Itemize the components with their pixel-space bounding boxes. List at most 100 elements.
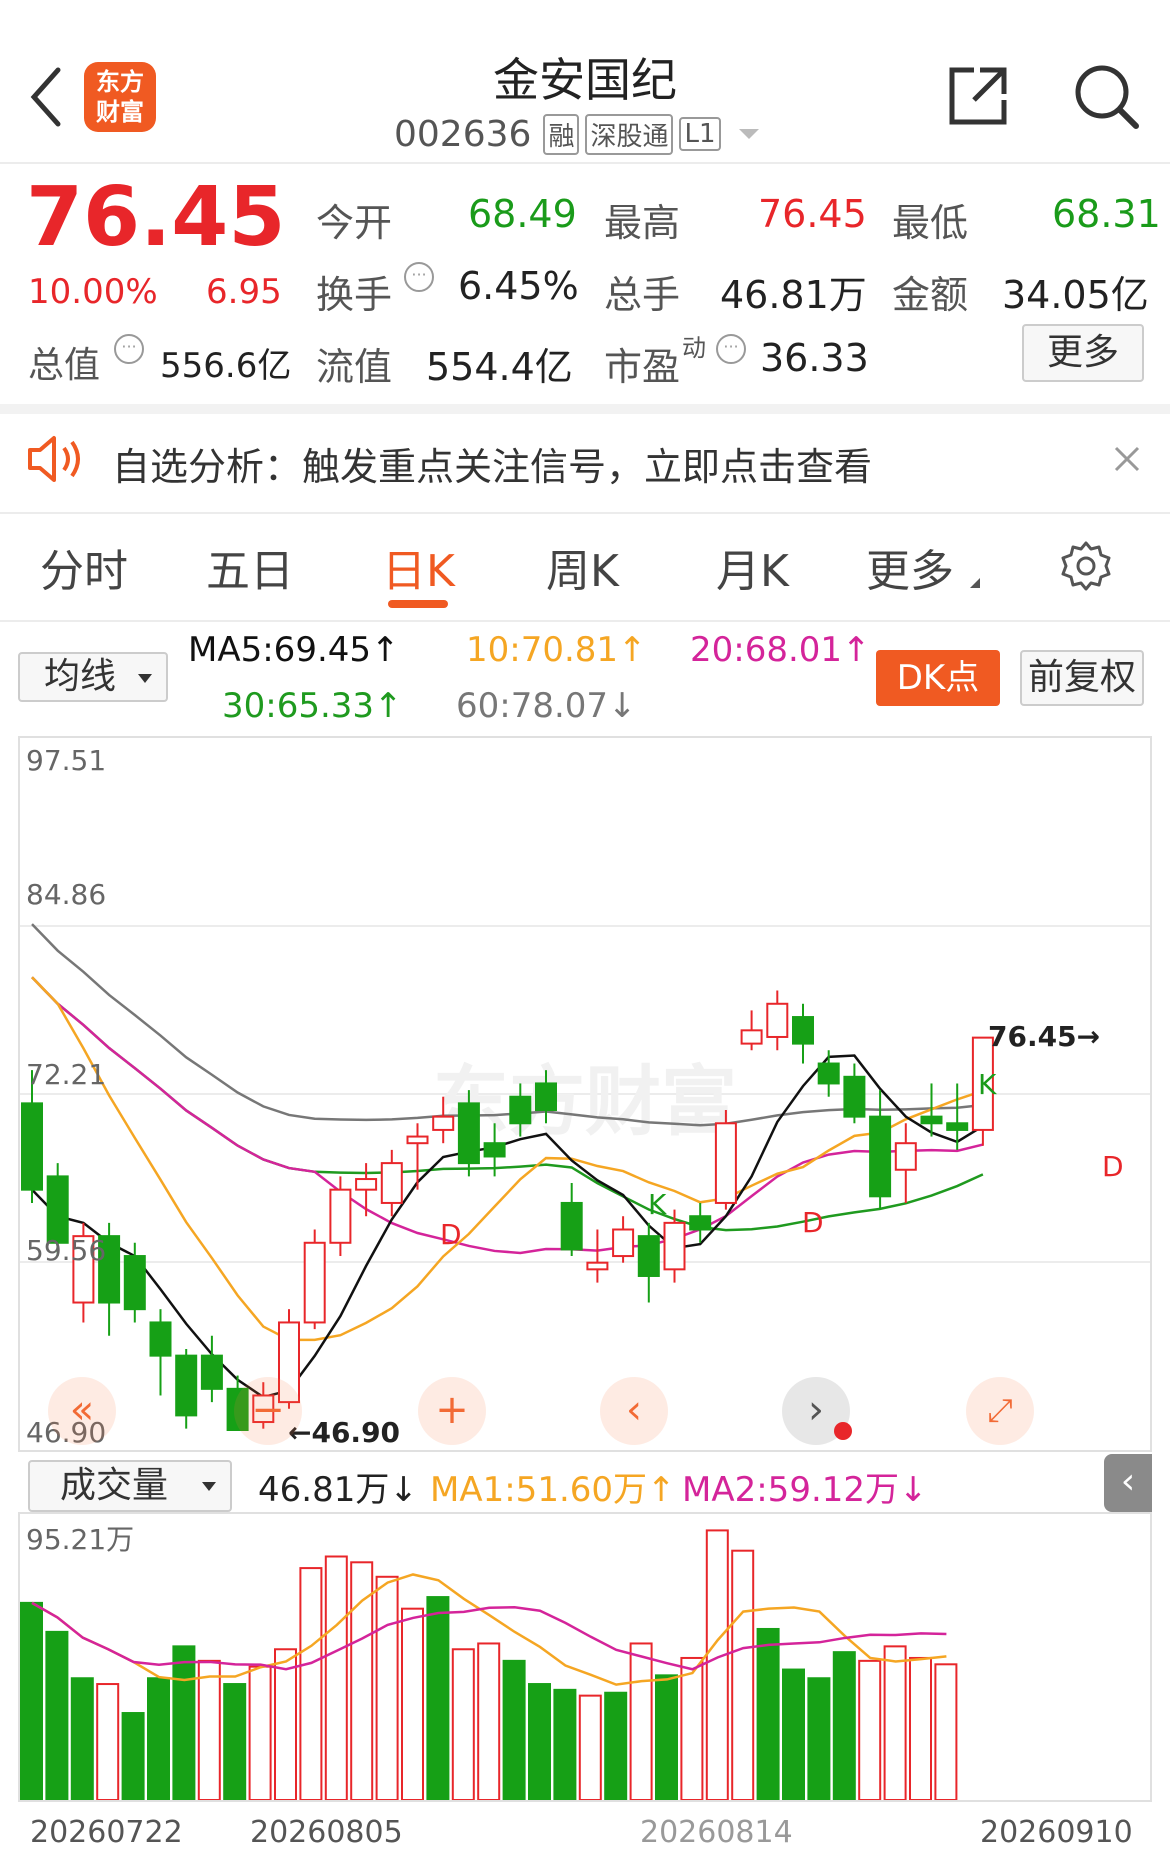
candle-body [432,1115,455,1131]
fullscreen-button[interactable]: ⤢ [966,1377,1034,1445]
volume-bar [705,1529,729,1800]
candle-body [483,1142,506,1158]
volume-bar [528,1683,551,1800]
collapse-panel-button[interactable]: ‹ [1104,1454,1152,1512]
candle-body [46,1175,69,1244]
candle-body [946,1122,969,1131]
ma10-legend: 10:70.81↑ [466,630,647,670]
amount-label: 金额 [892,273,969,317]
low-price-value: 46.90 [311,1416,401,1449]
total-value: 556.6亿 [160,346,292,386]
candle-body [586,1261,609,1271]
volume-bar [172,1645,196,1800]
candle-body [457,1102,480,1165]
x-label-4: 20260910 [980,1815,1133,1850]
volume-legend: 46.81万↓ [258,1470,418,1510]
candle-body [123,1255,146,1311]
high-value: 76.45 [758,192,867,236]
volume-value: 46.81万 [720,273,867,317]
volume-selector[interactable]: 成交量 [28,1460,232,1512]
signal-k-1: K [648,1188,667,1221]
float-value: 554.4亿 [426,345,573,389]
low-price-marker: ←46.90 [288,1416,401,1449]
tab-five-day[interactable]: 五日 [206,535,294,599]
volume-bar [883,1645,907,1800]
signal-d-2: D [802,1206,824,1239]
volume-label: 总手 [604,273,681,317]
dk-button[interactable]: DK点 [876,650,1000,706]
tab-more[interactable]: 更多 [866,535,954,599]
volume-bar [807,1677,831,1800]
ma-selector-label: 均线 [44,656,117,697]
settings-icon[interactable] [1060,540,1112,592]
volume-bar [655,1674,678,1800]
candle-body [355,1178,378,1191]
y-label-2: 84.86 [26,878,107,911]
rewind-button[interactable]: « [48,1377,116,1445]
scroll-left-button[interactable]: ‹ [600,1377,668,1445]
volume-bar [909,1656,932,1800]
ma-selector[interactable]: 均线 [18,652,168,702]
info-icon[interactable]: ··· [114,334,144,364]
volume-bar [680,1656,704,1800]
candle-body [637,1235,660,1277]
ma60-legend: 60:78.07↓ [456,686,637,726]
price-chart[interactable]: 东方财富 97.51 84.86 72.21 59.56 46.90 ←46.9… [18,736,1152,1452]
candle-body [200,1354,223,1390]
change-amount: 6.95 [206,272,282,312]
tab-monthly-k[interactable]: 月K [716,535,789,599]
zoom-in-button[interactable]: + [418,1377,486,1445]
volume-ma1-legend: MA1:51.60万↑ [430,1470,676,1510]
close-icon[interactable] [1112,444,1142,474]
volume-bar [350,1561,374,1800]
search-icon[interactable] [1072,62,1140,130]
volume-chart[interactable]: 95.21万 [18,1512,1152,1802]
volume-bar [502,1659,526,1800]
turnover-value: 6.45% [458,264,579,308]
share-icon[interactable] [944,62,1012,130]
volume-bar [299,1567,323,1800]
tab-daily-k[interactable]: 日K [382,535,455,599]
volume-bar [274,1648,297,1800]
change-percent: 10.00% [28,272,158,312]
candle-body [714,1122,737,1204]
turnover-info-icon[interactable]: ··· [404,262,434,292]
volume-bar [96,1683,120,1800]
amount-value: 34.05亿 [1002,273,1149,317]
zoom-out-button[interactable]: − [234,1377,302,1445]
volume-bar [401,1607,424,1800]
adjust-button[interactable]: 前复权 [1020,650,1144,706]
speaker-icon [26,432,86,486]
high-price-marker: 76.45→ [988,1020,1101,1053]
tab-active-indicator [388,600,448,608]
volume-bar [604,1691,628,1800]
pe-superscript: 动 [682,334,706,362]
high-price-value: 76.45 [988,1020,1077,1053]
candle-body [175,1354,198,1417]
tag-level: L1 [679,117,721,151]
stock-code-row: 002636 融 深股通 L1 [394,112,759,156]
high-label: 最高 [604,201,681,245]
tab-intraday[interactable]: 分时 [40,535,128,599]
volume-bar [934,1663,958,1800]
y-label-3: 72.21 [26,1058,107,1091]
candle-body [21,1102,43,1191]
candle-body [894,1142,917,1171]
volume-bar [858,1659,882,1800]
notice-text[interactable]: 自选分析：触发重点关注信号，立即点击查看 [112,436,872,491]
tab-weekly-k[interactable]: 周K [546,535,619,599]
volume-bar [248,1665,272,1800]
low-value: 68.31 [1052,192,1161,236]
volume-ma2-legend: MA2:59.12万↓ [682,1470,928,1510]
x-label-3: 20260814 [640,1815,793,1850]
candle-body [329,1188,352,1244]
candle-body [920,1115,943,1125]
pe-info-icon[interactable]: ··· [716,334,746,364]
volume-selector-label: 成交量 [60,1465,169,1506]
volume-selector-caret-icon [202,1482,216,1491]
caret-down-icon[interactable] [738,129,759,139]
volume-y-top: 95.21万 [26,1523,135,1556]
x-label-2: 20260805 [250,1815,403,1850]
more-button[interactable]: 更多 [1022,324,1144,382]
volume-bar [477,1642,501,1800]
